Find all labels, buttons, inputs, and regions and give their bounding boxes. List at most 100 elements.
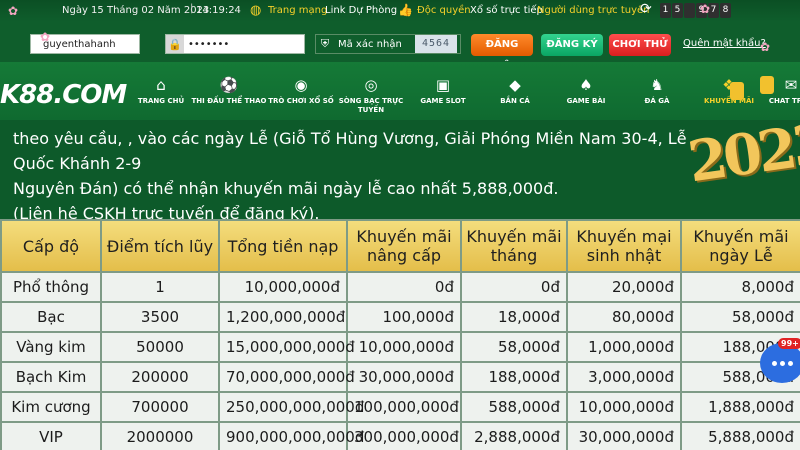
upgrade-bonus-cell: 100,000,000đ — [346, 391, 462, 423]
login-button[interactable]: ĐĂNG NHẬP — [471, 34, 533, 72]
column-header: Khuyến mãi ngày Lễ — [680, 219, 800, 273]
blossom-decoration: ✿ — [8, 4, 19, 18]
monthly-bonus-cell: 588,000đ — [460, 391, 568, 423]
counter-digit: 1 — [660, 3, 671, 18]
birthday-bonus-cell: 1,000,000đ — [566, 331, 682, 363]
table-row: VIP 2000000 900,000,000,000đ 300,000,000… — [0, 421, 800, 450]
shield-icon: ⛨ — [320, 37, 330, 50]
main-nav: K88.COM ⌂ TRANG CHỦ ⚽ THI ĐẤU THỂ THAO ◉… — [0, 62, 800, 120]
birthday-bonus-cell: 80,000đ — [566, 301, 682, 333]
vip-level-table: Cấp độ Điểm tích lũy Tổng tiền nạp Khuyế… — [0, 219, 800, 450]
holiday-bonus-cell: 1,888,000đ — [680, 391, 800, 423]
holiday-bonus-cell: 58,000đ — [680, 301, 800, 333]
nav-item-card-games[interactable]: ♠ GAME BÀI — [547, 76, 625, 106]
nav-item-live-casino[interactable]: ◎ SÒNG BẠC TRỰC TUYẾN — [332, 76, 410, 115]
nav-label: GAME SLOT — [420, 97, 466, 105]
blossom-decoration: ✿ — [700, 2, 711, 16]
level-cell: Kim cương — [0, 391, 102, 423]
monthly-bonus-cell: 0đ — [460, 271, 568, 303]
home-icon: ⌂ — [156, 76, 166, 94]
globe-icon: ◍ — [250, 3, 262, 18]
promotion-content: theo yêu cầu, , vào các ngày Lễ (Giỗ Tổ … — [0, 111, 800, 450]
blossom-decoration: ✿ — [760, 40, 771, 54]
column-header: Khuyến mãi tháng — [460, 219, 568, 273]
nav-label: TRANG CHỦ — [137, 97, 185, 105]
monthly-bonus-cell: 2,888,000đ — [460, 421, 568, 450]
nav-item-lottery[interactable]: ◉ TRÒ CHƠI XỔ SỐ — [262, 76, 340, 106]
nav-item-fishing[interactable]: ◆ BẮN CÁ — [476, 76, 554, 106]
table-row: Phổ thông 1 10,000,000đ 0đ 0đ 20,000đ 8,… — [0, 271, 800, 303]
points-cell: 2000000 — [100, 421, 220, 450]
register-button[interactable]: ĐĂNG KÝ — [541, 34, 603, 56]
nav-item-slot[interactable]: ▣ GAME SLOT — [404, 76, 482, 106]
counter-digit: 8 — [720, 3, 731, 18]
points-cell: 1 — [100, 271, 220, 303]
points-cell: 700000 — [100, 391, 220, 423]
password-field[interactable]: 🔒 ••••••• — [165, 34, 305, 54]
online-users-label: Người dùng trực tuyến — [537, 5, 650, 16]
fish-icon: ◆ — [509, 76, 521, 94]
promotion-intro: theo yêu cầu, , vào các ngày Lễ (Giỗ Tổ … — [13, 126, 713, 226]
monthly-bonus-cell: 18,000đ — [460, 301, 568, 333]
column-header: Tổng tiền nạp — [218, 219, 348, 273]
slot-machine-icon: ▣ — [435, 76, 451, 94]
nav-item-home[interactable]: ⌂ TRANG CHỦ — [122, 76, 200, 106]
live-lottery-link[interactable]: Xổ số trực tiếp — [470, 5, 543, 16]
nav-label: THI ĐẤU THỂ THAO — [191, 97, 267, 105]
backup-link[interactable]: Link Dự Phòng — [325, 5, 397, 16]
level-cell: Bạc — [0, 301, 102, 333]
birthday-bonus-cell: 20,000đ — [566, 271, 682, 303]
password-value: ••••••• — [188, 38, 230, 50]
nav-item-cockfight[interactable]: ♞ ĐÁ GÀ — [618, 76, 696, 106]
birthday-bonus-cell: 3,000,000đ — [566, 361, 682, 393]
deposit-cell: 250,000,000,000đ — [218, 391, 364, 423]
level-cell: VIP — [0, 421, 102, 450]
soccer-ball-icon: ⚽ — [219, 76, 239, 94]
casino-chip-icon: ◎ — [364, 76, 378, 94]
online-user-counter: 1 5 9 7 8 — [660, 3, 731, 18]
nav-label: SÒNG BẠC TRỰC TUYẾN — [338, 97, 404, 114]
lantern-decoration — [760, 76, 774, 94]
current-date: Ngày 15 Tháng 02 Năm 2023 — [62, 5, 210, 16]
blossom-decoration: ✿ — [40, 30, 51, 44]
nav-label: GAME BÀI — [566, 97, 606, 105]
table-row: Vàng kim 50000 15,000,000,000đ 10,000,00… — [0, 331, 800, 363]
network-link[interactable]: Trang mạng — [268, 5, 327, 16]
nav-label: TRÒ CHƠI XỔ SỐ — [268, 97, 334, 105]
lantern-decoration — [730, 82, 744, 100]
year-decoration: 2023 — [684, 110, 800, 196]
lock-icon: 🔒 — [166, 35, 184, 53]
upgrade-bonus-cell: 10,000,000đ — [346, 331, 462, 363]
chat-badge: 99+ — [778, 338, 800, 349]
column-header: Điểm tích lũy — [100, 219, 220, 273]
birthday-bonus-cell: 30,000,000đ — [566, 421, 682, 450]
points-cell: 200000 — [100, 361, 220, 393]
nav-label: ĐÁ GÀ — [644, 97, 670, 105]
monthly-bonus-cell: 58,000đ — [460, 331, 568, 363]
nav-label: BẮN CÁ — [500, 97, 530, 105]
forgot-password-link[interactable]: Quên mật khẩu? — [683, 38, 766, 49]
rooster-icon: ♞ — [650, 76, 664, 94]
upgrade-bonus-cell: 100,000đ — [346, 301, 462, 333]
site-logo[interactable]: K88.COM — [0, 80, 127, 110]
nav-item-sports[interactable]: ⚽ THI ĐẤU THỂ THAO — [190, 76, 268, 106]
live-chat-button[interactable] — [760, 343, 800, 383]
deposit-cell: 1,200,000,000đ — [218, 301, 348, 333]
intro-line: Nguyên Đán) có thể nhận khuyến mãi ngày … — [13, 179, 559, 198]
points-cell: 3500 — [100, 301, 220, 333]
exclusive-link[interactable]: Độc quyền — [417, 5, 471, 16]
points-cell: 50000 — [100, 331, 220, 363]
upgrade-bonus-cell: 300,000,000đ — [346, 421, 462, 450]
column-header: Khuyến mãi nâng cấp — [346, 219, 462, 273]
date-time-separator: | — [190, 3, 194, 14]
captcha-image[interactable]: 4564 — [415, 35, 457, 53]
refresh-icon[interactable]: ⟳ — [640, 1, 652, 17]
nav-label: CHAT TRỰC — [768, 97, 800, 105]
level-cell: Bạch Kim — [0, 361, 102, 393]
lottery-ball-icon: ◉ — [294, 76, 308, 94]
counter-digit — [684, 3, 695, 18]
deposit-cell: 10,000,000đ — [218, 271, 348, 303]
birthday-bonus-cell: 10,000,000đ — [566, 391, 682, 423]
level-cell: Vàng kim — [0, 331, 102, 363]
trial-button[interactable]: CHƠI THỬ — [609, 34, 671, 56]
